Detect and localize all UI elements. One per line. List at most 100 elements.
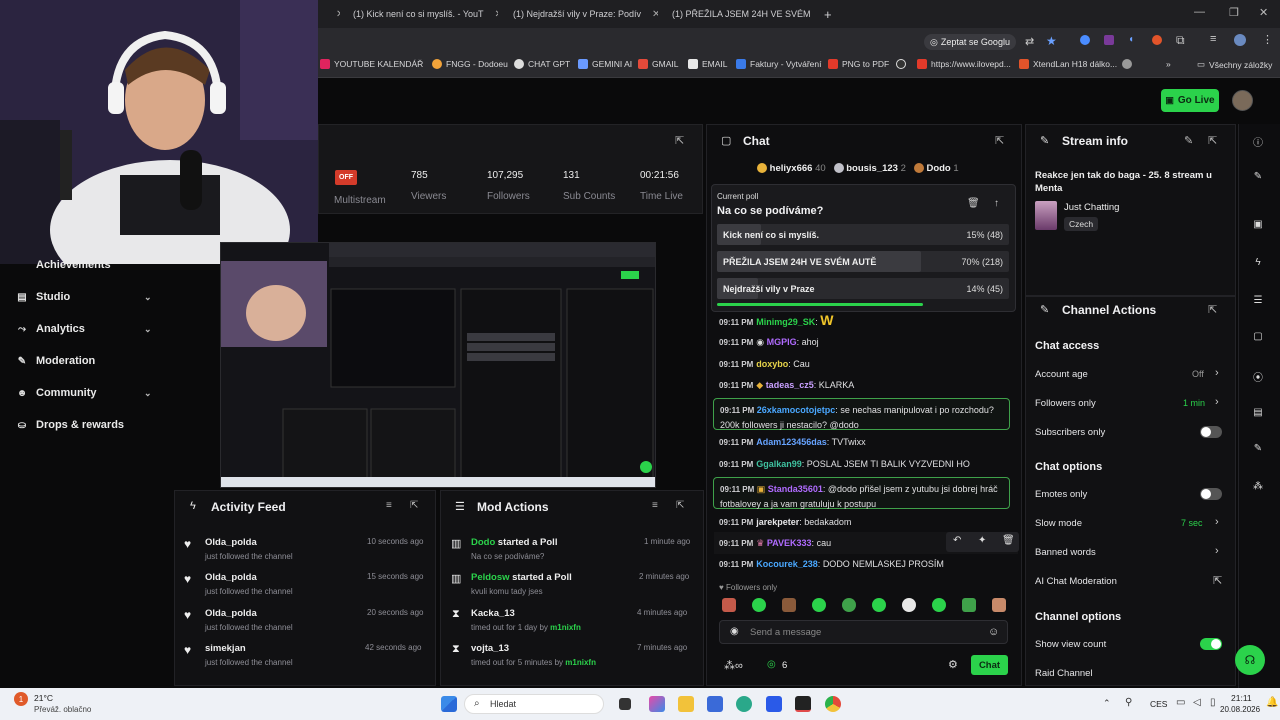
more-bookmarks-icon[interactable]: »: [1166, 59, 1171, 69]
volume-icon[interactable]: ◁: [1193, 697, 1201, 708]
lightning-icon[interactable]: ϟ: [1251, 257, 1265, 271]
copilot-icon[interactable]: [649, 696, 665, 712]
bookmark-youtube-calendar[interactable]: YOUTUBE KALENDÁŘ: [320, 59, 423, 69]
chevron-right-icon[interactable]: ›: [1215, 367, 1219, 379]
sidebar-item-drops-rewards[interactable]: ⛀ Drops & rewards: [16, 419, 124, 431]
close-icon[interactable]: ✕: [495, 9, 498, 20]
go-live-button[interactable]: ▣ Go Live: [1161, 89, 1219, 112]
app-icon[interactable]: [766, 696, 782, 712]
emote-icon[interactable]: [992, 598, 1006, 612]
support-button[interactable]: ☊: [1235, 645, 1265, 675]
emote-icon[interactable]: [752, 598, 766, 612]
bookmark-s[interactable]: [896, 59, 906, 69]
trash-icon[interactable]: 🗑: [1002, 535, 1015, 546]
close-icon[interactable]: ✕: [652, 9, 658, 20]
language-indicator[interactable]: CES: [1150, 699, 1167, 709]
emote-icon[interactable]: [962, 598, 976, 612]
shield-icon[interactable]: ◉: [730, 626, 739, 637]
emote-icon[interactable]: [902, 598, 916, 612]
tab-kick[interactable]: (1) Kick není co si myslíš. - YouT✕: [348, 4, 498, 24]
network-icon[interactable]: ▭: [1176, 697, 1185, 708]
pin-icon[interactable]: ✦: [978, 535, 986, 546]
menu-dots-icon[interactable]: ⋮: [1262, 33, 1273, 46]
task-view-icon[interactable]: [619, 698, 631, 710]
close-window-icon[interactable]: ✕: [1259, 6, 1268, 19]
edge-icon[interactable]: [736, 696, 752, 712]
sidebar-item-analytics[interactable]: ⤳ Analytics ⌄: [16, 323, 152, 335]
banned-words-label[interactable]: Banned words: [1035, 547, 1096, 558]
bookmark-email[interactable]: EMAIL: [688, 59, 728, 69]
wrench-icon[interactable]: ✎: [1251, 443, 1265, 457]
star-icon[interactable]: ★: [1046, 34, 1057, 48]
chevron-up-icon[interactable]: ⌃: [1103, 698, 1111, 709]
sidebar-item-moderation[interactable]: ✎ Moderation: [16, 355, 95, 367]
arrow-up-icon[interactable]: ↑: [994, 198, 999, 209]
emotes-only-toggle[interactable]: [1200, 488, 1222, 500]
popout-icon[interactable]: ⇱: [995, 134, 1004, 147]
all-bookmarks[interactable]: ▭ Všechny záložky: [1197, 59, 1272, 70]
chevron-right-icon[interactable]: ›: [1215, 396, 1219, 408]
popout-icon[interactable]: ⇱: [1208, 134, 1217, 147]
raid-channel-label[interactable]: Raid Channel: [1035, 668, 1093, 679]
emoji-icon[interactable]: ☺: [988, 626, 999, 638]
popout-icon[interactable]: ⇱: [676, 500, 684, 511]
bookmark-chatgpt[interactable]: CHAT GPT: [514, 59, 570, 69]
bookmark-gemini[interactable]: GEMINI AI: [578, 59, 632, 69]
chat-input[interactable]: ◉ Send a message ☺: [719, 620, 1008, 644]
popout-icon[interactable]: ⇱: [675, 134, 684, 147]
bookmark-fngg[interactable]: FNGG - Dodoeu: [432, 59, 508, 69]
share-icon[interactable]: ⁂: [1251, 481, 1265, 495]
translate-icon[interactable]: ⇄: [1025, 35, 1034, 48]
tab-vily[interactable]: (1) Nejdražší vily v Praze: Podív ✕: [508, 4, 658, 24]
emote-icon[interactable]: [842, 598, 856, 612]
notification-icon[interactable]: 🔔: [1266, 697, 1278, 708]
chat-icon[interactable]: ▢: [1251, 331, 1265, 345]
bookmark-png-to-pdf[interactable]: PNG to PDF: [828, 59, 889, 69]
extension-icon[interactable]: [1152, 35, 1162, 45]
sidebar-item-achievements[interactable]: Achievements: [16, 259, 111, 271]
bookmark-ilovepdf[interactable]: https://www.ilovepd...: [917, 59, 1011, 69]
windows-start-icon[interactable]: [441, 696, 457, 712]
ai-moderation-label[interactable]: AI Chat Moderation: [1035, 576, 1117, 587]
audio-icon[interactable]: ◖: [1128, 34, 1134, 45]
chrome-icon[interactable]: [825, 696, 841, 712]
trash-icon[interactable]: 🗑: [967, 198, 980, 209]
bookmark-gmail[interactable]: GMAIL: [638, 59, 678, 69]
stream-preview[interactable]: [220, 242, 656, 488]
bookmark-faktury[interactable]: Faktury - Vytváření: [736, 59, 821, 69]
gear-icon[interactable]: ⚙: [948, 658, 958, 671]
users-icon[interactable]: ⁂∞: [724, 659, 743, 672]
bookmark-xtendlan[interactable]: XtendLan H18 dálko...: [1019, 59, 1117, 69]
emote-icon[interactable]: [782, 598, 796, 612]
bookmark-globe[interactable]: [1122, 59, 1132, 69]
external-link-icon[interactable]: ⇱: [1213, 574, 1222, 587]
account-age-value[interactable]: Off: [1192, 369, 1204, 379]
minimize-icon[interactable]: —: [1194, 6, 1205, 18]
restore-icon[interactable]: ❐: [1229, 6, 1239, 19]
taskbar-search[interactable]: ⌕ Hledat: [464, 694, 604, 714]
show-view-count-toggle[interactable]: [1200, 638, 1222, 650]
list-icon[interactable]: ☰: [1251, 295, 1265, 309]
new-tab-button[interactable]: +: [824, 4, 832, 24]
broadcast-icon[interactable]: ⦿: [1251, 369, 1265, 384]
emote-icon[interactable]: [812, 598, 826, 612]
sidebar-item-community[interactable]: ☻ Community ⌄: [16, 387, 152, 399]
folder-icon[interactable]: [678, 696, 694, 712]
chat-send-button[interactable]: Chat: [971, 655, 1008, 675]
edit-icon[interactable]: ✎: [1251, 171, 1265, 185]
puzzle-icon[interactable]: ⧉: [1176, 33, 1185, 48]
popout-icon[interactable]: ⇱: [1208, 303, 1217, 316]
weather-icon[interactable]: 1: [14, 692, 28, 706]
media-icon[interactable]: ≡: [1210, 33, 1216, 45]
sidebar-item-studio[interactable]: ▤ Studio ⌄: [16, 291, 151, 303]
tab-close-icon[interactable]: ✕: [330, 4, 340, 24]
capcut-icon[interactable]: [795, 696, 811, 712]
emote-icon[interactable]: [932, 598, 946, 612]
avatar[interactable]: [1232, 90, 1253, 111]
slow-mode-value[interactable]: 7 sec: [1181, 518, 1203, 528]
chevron-right-icon[interactable]: ›: [1215, 516, 1219, 528]
emote-icon[interactable]: [722, 598, 736, 612]
battery-icon[interactable]: ▯: [1210, 697, 1216, 708]
extension-icon[interactable]: [1104, 35, 1114, 45]
info-icon[interactable]: ⓘ: [1251, 134, 1265, 149]
